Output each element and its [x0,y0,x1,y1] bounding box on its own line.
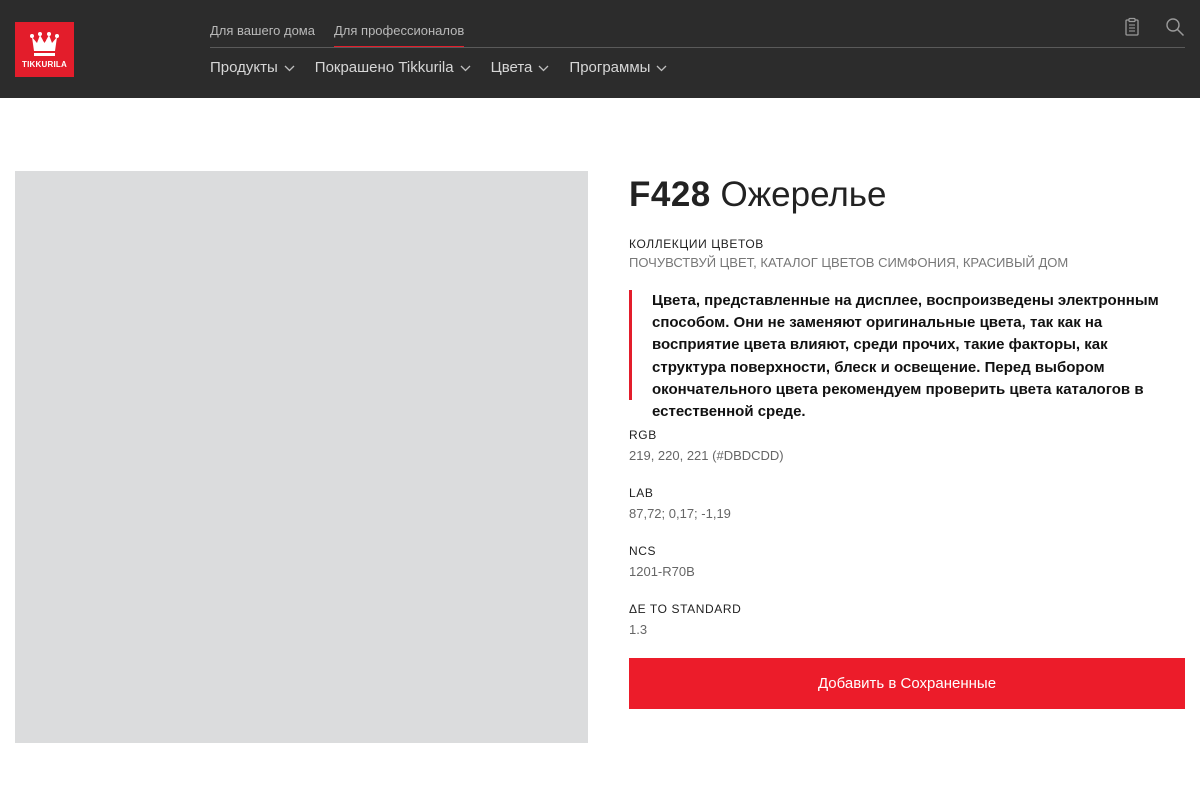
property-value: 1.3 [629,622,648,637]
nav-item-programs[interactable]: Программы [569,58,667,78]
chevron-down-icon [284,65,295,71]
nav-item-painted-tikkurila[interactable]: Покрашено Tikkurila [315,58,471,78]
property-label: RGB [629,428,657,442]
audience-nav: Для вашего дома Для профессионалов [210,22,483,48]
property-label: NCS [629,544,657,558]
delta-e-property: ΔE TO STANDARD 1.3 [629,601,1185,639]
main-nav: Продукты Покрашено Tikkurila Цвета Прогр… [210,58,687,78]
search-icon[interactable] [1165,17,1185,37]
property-value: 87,72; 0,17; -1,19 [629,506,731,521]
property-label: ΔE TO STANDARD [629,602,742,616]
color-swatch [15,171,588,743]
tikkurila-logo[interactable]: TIKKURILA [15,22,74,77]
chevron-down-icon [460,65,471,71]
nav-divider [210,47,1185,48]
nav-item-colors[interactable]: Цвета [491,58,550,78]
collections-label: КОЛЛЕКЦИИ ЦВЕТОВ [629,237,764,251]
nav-item-products[interactable]: Продукты [210,58,295,78]
disclaimer-text: Цвета, представленные на дисплее, воспро… [652,292,1159,421]
nav-item-label: Программы [569,59,651,76]
tab-for-professionals[interactable]: Для профессионалов [333,22,465,48]
tab-for-home[interactable]: Для вашего дома [210,22,315,48]
property-label: LAB [629,486,654,500]
chevron-down-icon [538,65,549,71]
color-details: F428 Ожерелье КОЛЛЕКЦИИ ЦВЕТОВ ПОЧУВСТВУ… [629,173,1185,639]
collections-value: ПОЧУВСТВУЙ ЦВЕТ, КАТАЛОГ ЦВЕТОВ СИМФОНИЯ… [629,255,1069,270]
add-to-saved-button[interactable]: Добавить в Сохраненные [629,658,1185,709]
nav-item-label: Продукты [210,59,278,76]
nav-item-label: Покрашено Tikkurila [314,59,454,76]
color-code: F428 [629,175,711,214]
nav-item-label: Цвета [490,59,533,76]
logo-text: TIKKURILA [22,60,67,69]
ncs-property: NCS 1201-R70B [629,543,1185,581]
crown-icon [30,32,59,56]
property-value: 219, 220, 221 (#DBDCDD) [629,448,784,463]
clipboard-icon[interactable] [1122,17,1142,37]
lab-property: LAB 87,72; 0,17; -1,19 [629,485,1185,523]
color-name: Ожерелье [720,175,887,214]
property-value: 1201-R70B [629,564,695,579]
rgb-property: RGB 219, 220, 221 (#DBDCDD) [629,427,1185,465]
chevron-down-icon [656,65,667,71]
color-title: F428 Ожерелье [629,173,1185,217]
color-disclaimer: Цвета, представленные на дисплее, воспро… [629,290,1185,420]
site-header: TIKKURILA Для вашего дома Для профессион… [0,0,1200,98]
